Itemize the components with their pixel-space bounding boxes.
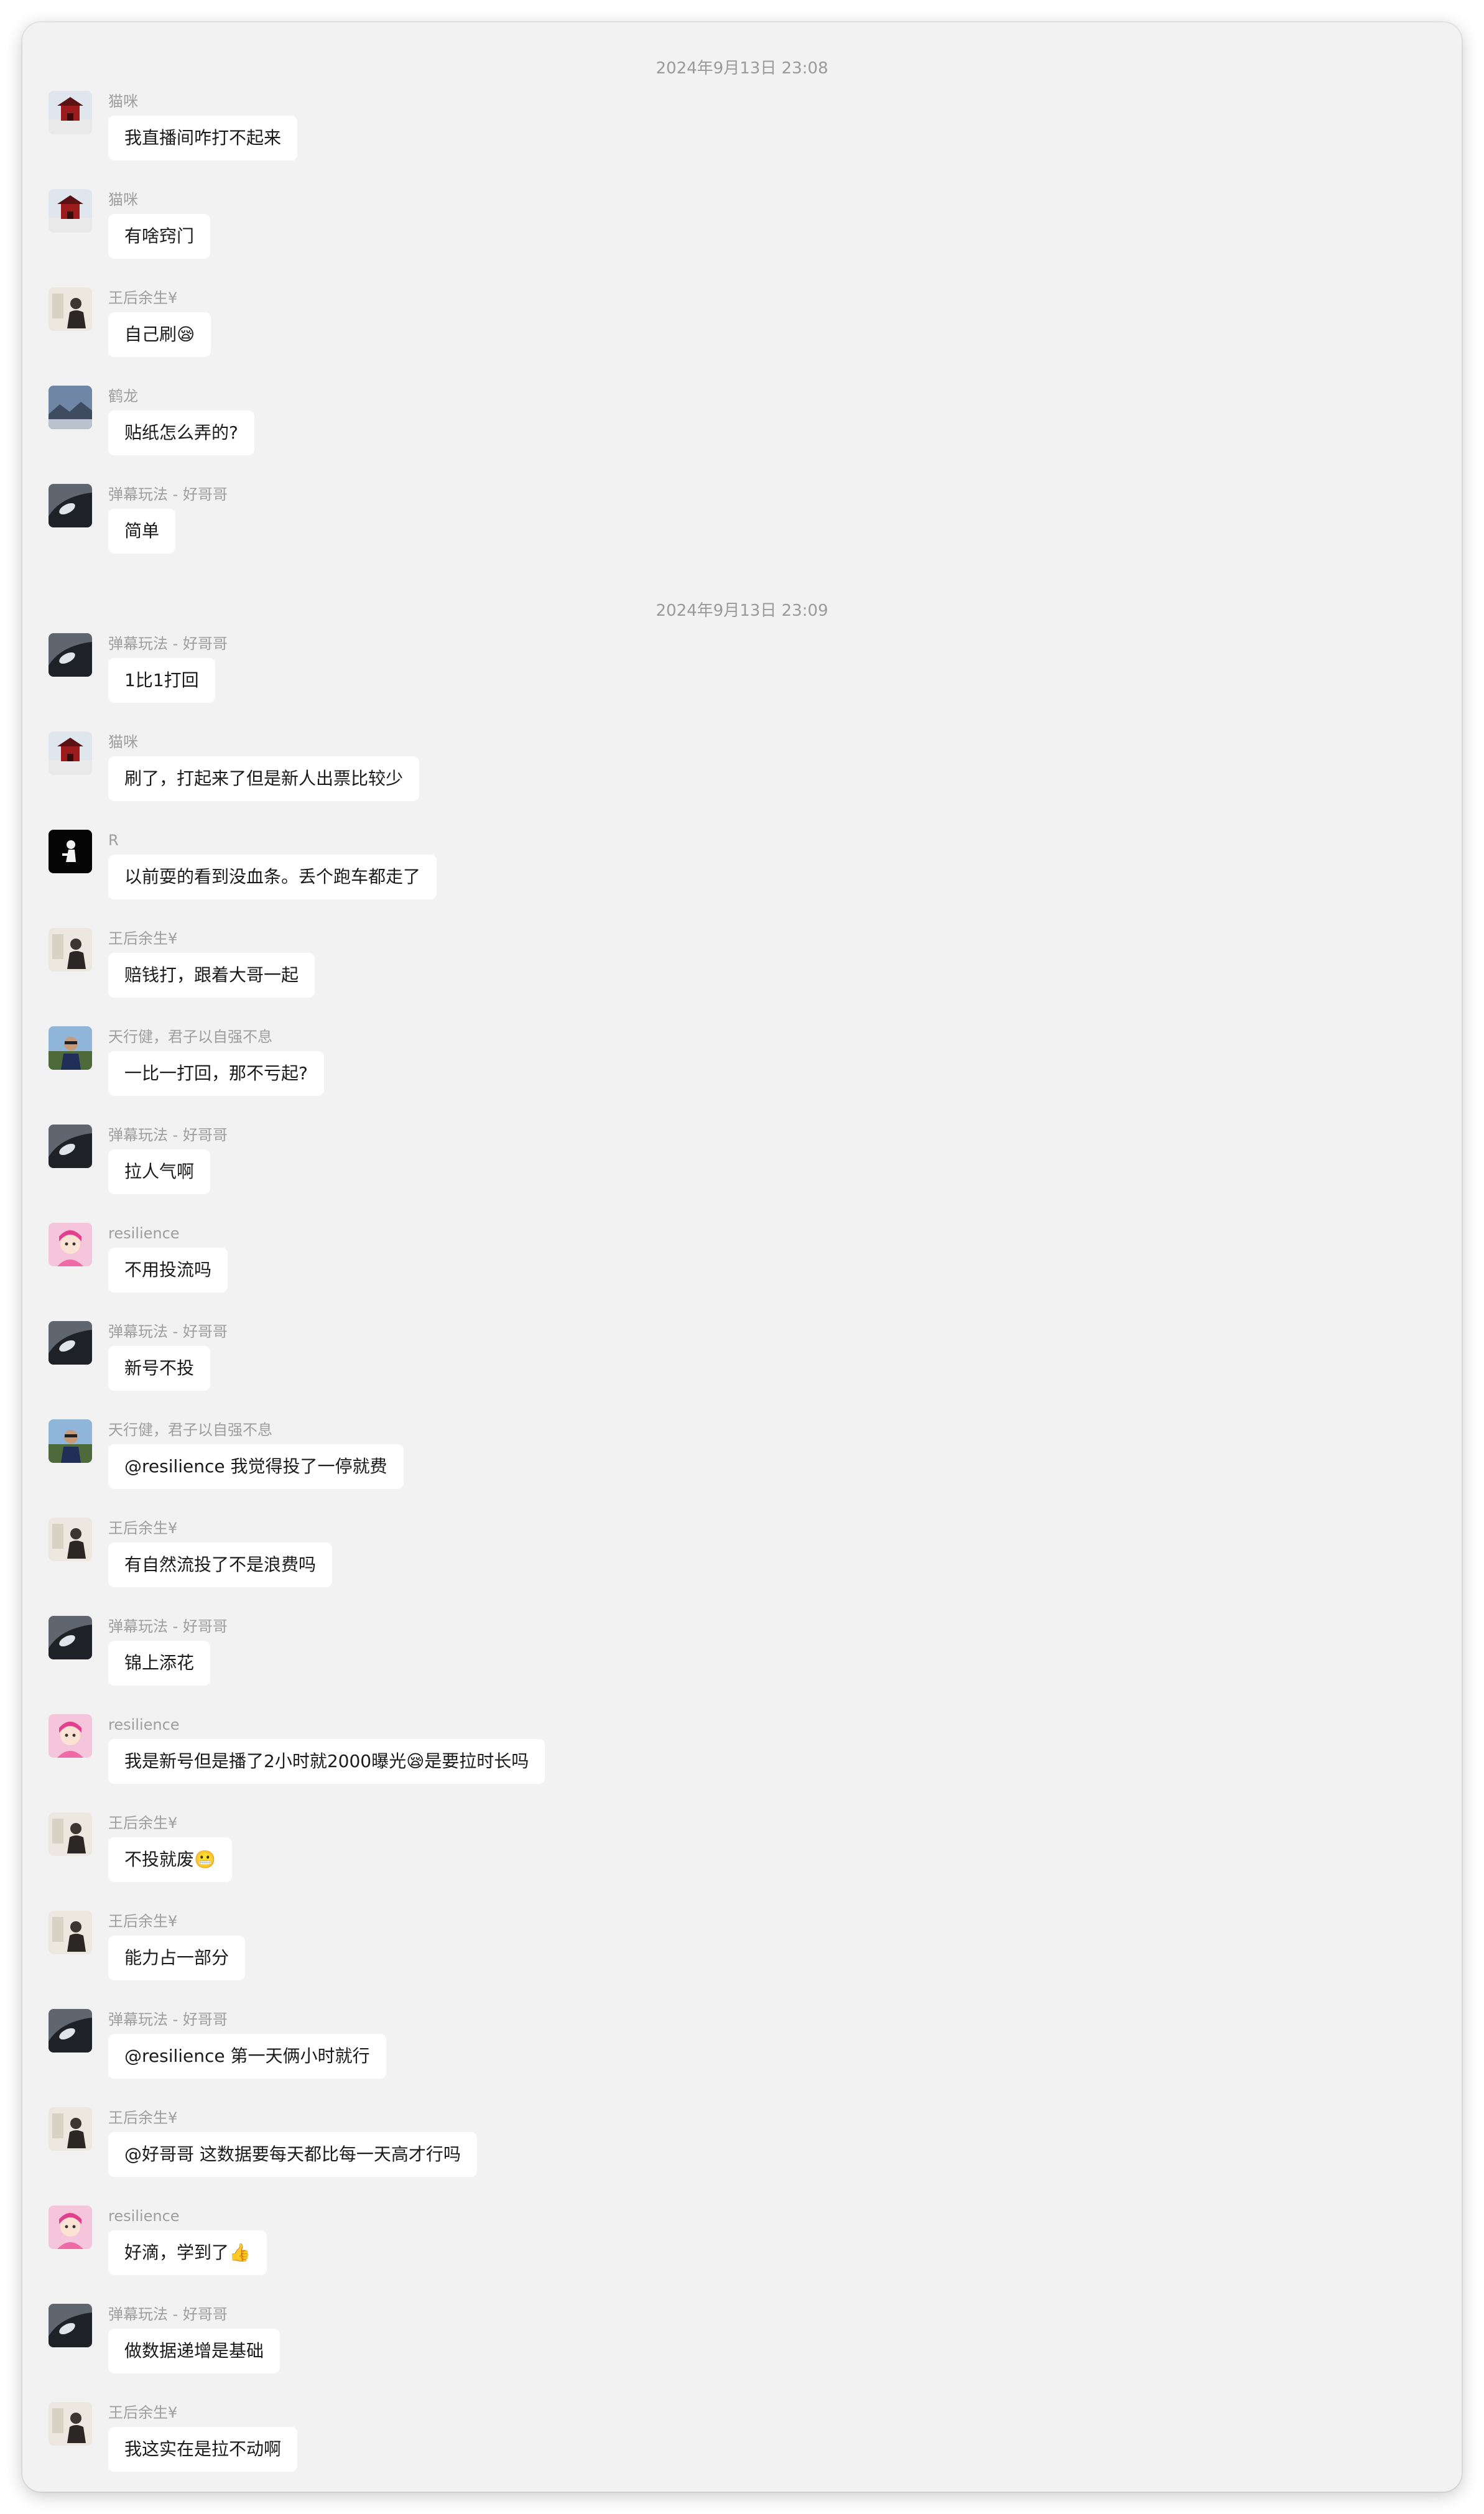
sender-name: 王后余生¥ [108,930,178,947]
message-bubble[interactable]: 贴纸怎么弄的? [108,410,254,455]
message-bubble[interactable]: 能力占一部分 [108,1936,246,1980]
message-bubble[interactable]: 我这实在是拉不动啊 [108,2427,298,2472]
pink-girl-avatar[interactable] [49,2206,92,2249]
car-headlight-avatar[interactable] [49,633,92,677]
sender-name: 弹幕玩法 - 好哥哥 [108,2011,228,2028]
car-headlight-avatar[interactable] [49,1616,92,1659]
message-bubble[interactable]: 锦上添花 [108,1641,211,1686]
sender-name: 弹幕玩法 - 好哥哥 [108,2306,228,2323]
sender-name: 王后余生¥ [108,289,178,307]
car-headlight-avatar[interactable] [49,484,92,527]
message-bubble[interactable]: 有啥窍门 [108,214,211,259]
car-headlight-avatar[interactable] [49,1125,92,1168]
message-bubble[interactable]: 一比一打回，那不亏起? [108,1051,324,1096]
message-bubble[interactable]: 刷了，打起来了但是新人出票比较少 [108,756,420,801]
person-sitting-avatar[interactable] [49,928,92,972]
message-bubble[interactable]: @resilience 我觉得投了一停就费 [108,1444,404,1489]
sender-name: 弹幕玩法 - 好哥哥 [108,1323,228,1340]
red-building-avatar[interactable] [49,731,92,775]
sender-name: resilience [108,1716,180,1733]
message-bubble[interactable]: 1比1打回 [108,658,215,703]
timestamp-separator: 2024年9月13日 23:08 [656,59,828,78]
message-bubble[interactable]: 新号不投 [108,1346,211,1391]
car-headlight-avatar[interactable] [49,2009,92,2052]
person-sitting-avatar[interactable] [49,1911,92,1954]
sender-name: 猫咪 [108,191,138,208]
sender-name: resilience [108,2207,180,2225]
sender-name: 王后余生¥ [108,1519,178,1537]
sender-name: 弹幕玩法 - 好哥哥 [108,1618,228,1635]
message-bubble[interactable]: 好滴，学到了👍 [108,2230,267,2275]
sender-name: 王后余生¥ [108,1913,178,1930]
message-bubble[interactable]: 以前耍的看到没血条。丢个跑车都走了 [108,855,437,899]
message-bubble[interactable]: @好哥哥 这数据要每天都比每一天高才行吗 [108,2132,477,2177]
message-bubble[interactable]: 有自然流投了不是浪费吗 [108,1542,333,1587]
sender-name: 天行健，君子以自强不息 [108,1028,272,1046]
black-figure-avatar[interactable] [49,830,92,873]
message-bubble[interactable]: 自己刷😪 [108,312,211,357]
sender-name: 弹幕玩法 - 好哥哥 [108,1126,228,1144]
person-sitting-avatar[interactable] [49,287,92,331]
man-outdoor-avatar[interactable] [49,1419,92,1463]
message-bubble[interactable]: 做数据递增是基础 [108,2329,281,2373]
timestamp-separator: 2024年9月13日 23:09 [656,601,828,620]
message-bubble[interactable]: 不投就废😬 [108,1837,232,1882]
sender-name: resilience [108,1225,180,1242]
sender-name: 猫咪 [108,733,138,751]
car-headlight-avatar[interactable] [49,1321,92,1365]
message-feed[interactable]: 2024年9月13日 23:08 猫咪 我直播间咋打不起来 猫咪 有啥窍门 王后… [22,22,1462,2492]
man-outdoor-avatar[interactable] [49,1026,92,1070]
message-bubble[interactable]: 我直播间咋打不起来 [108,116,298,160]
sender-name: 弹幕玩法 - 好哥哥 [108,635,228,652]
message-bubble[interactable]: 赔钱打，跟着大哥一起 [108,953,315,998]
pink-girl-avatar[interactable] [49,1714,92,1758]
message-bubble[interactable]: @resilience 第一天俩小时就行 [108,2034,386,2079]
message-bubble[interactable]: 简单 [108,509,176,554]
sender-name: 弹幕玩法 - 好哥哥 [108,486,228,503]
sender-name: 鹤龙 [108,387,138,405]
message-bubble[interactable]: 不用投流吗 [108,1248,228,1292]
person-sitting-avatar[interactable] [49,1518,92,1561]
sender-name: 天行健，君子以自强不息 [108,1421,272,1439]
chat-window: 2024年9月13日 23:08 猫咪 我直播间咋打不起来 猫咪 有啥窍门 王后… [22,22,1462,2492]
landscape-avatar[interactable] [49,386,92,429]
sender-name: 王后余生¥ [108,2109,178,2127]
sender-name: 王后余生¥ [108,2404,178,2421]
car-headlight-avatar[interactable] [49,2304,92,2347]
message-bubble[interactable]: 我是新号但是播了2小时就2000曝光😪是要拉时长吗 [108,1739,545,1784]
person-sitting-avatar[interactable] [49,2402,92,2446]
person-sitting-avatar[interactable] [49,2107,92,2151]
message-bubble[interactable]: 拉人气啊 [108,1149,211,1194]
red-building-avatar[interactable] [49,91,92,134]
pink-girl-avatar[interactable] [49,1223,92,1266]
sender-name: 猫咪 [108,93,138,110]
sender-name: R [108,832,119,849]
red-building-avatar[interactable] [49,189,92,233]
person-sitting-avatar[interactable] [49,1812,92,1856]
sender-name: 王后余生¥ [108,1814,178,1832]
